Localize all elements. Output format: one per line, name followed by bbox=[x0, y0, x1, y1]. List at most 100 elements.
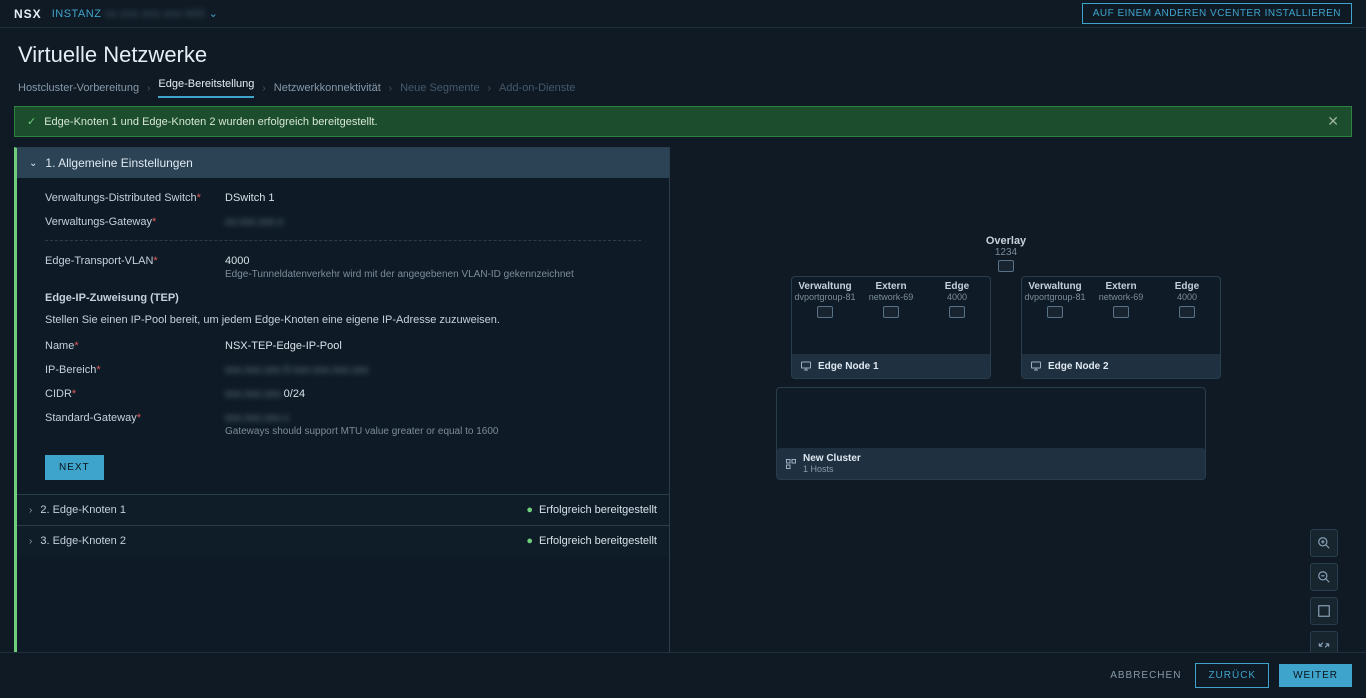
node-name: Edge Node 2 bbox=[1048, 361, 1109, 372]
topbar: NSX INSTANZ xx.xxx.xxx.xxx:443 ⌄ AUF EIN… bbox=[0, 0, 1366, 28]
success-dot-icon: ● bbox=[526, 504, 533, 516]
node-icon bbox=[1030, 360, 1042, 372]
chevron-right-icon: › bbox=[29, 536, 32, 547]
back-button[interactable]: ZURÜCK bbox=[1195, 663, 1269, 688]
chevron-right-icon: › bbox=[29, 505, 32, 516]
mgmt-gateway-value: xx.xxx.xxx.x bbox=[225, 216, 641, 228]
overlay-id: 1234 bbox=[776, 247, 1236, 258]
accordion-header-edge1[interactable]: › 2. Edge-Knoten 1 ●Erfolgreich bereitge… bbox=[17, 494, 669, 525]
cluster-hosts: 1 Hosts bbox=[803, 464, 861, 474]
settings-panel: ⌄ 1. Allgemeine Einstellungen Verwaltung… bbox=[14, 147, 670, 689]
chevron-right-icon: › bbox=[488, 83, 491, 94]
vds-label: Verwaltungs-Distributed Switch* bbox=[45, 192, 225, 204]
edge-node-1-box: Verwaltungdvportgroup-81 Externnetwork-6… bbox=[791, 276, 991, 379]
port-icon bbox=[949, 306, 965, 318]
nsx-logo: NSX bbox=[14, 7, 42, 21]
chevron-right-icon: › bbox=[147, 83, 150, 94]
page-title: Virtuelle Netzwerke bbox=[0, 28, 1366, 78]
col-sub: dvportgroup-81 bbox=[792, 292, 858, 302]
chevron-right-icon: › bbox=[389, 83, 392, 94]
topology-panel: Overlay 1234 Verwaltungdvportgroup-81 Ex… bbox=[688, 147, 1352, 689]
breadcrumb: Hostcluster-Vorbereitung › Edge-Bereitst… bbox=[0, 78, 1366, 106]
chevron-down-icon: ⌄ bbox=[29, 158, 37, 169]
status-badge: ●Erfolgreich bereitgestellt bbox=[526, 535, 657, 547]
col-sub: 4000 bbox=[1154, 292, 1220, 302]
breadcrumb-step-segments: Neue Segmente bbox=[400, 82, 480, 94]
vlan-value: 4000 Edge-Tunneldatenverkehr wird mit de… bbox=[225, 255, 641, 280]
col-label: Verwaltung bbox=[792, 281, 858, 292]
accordion-title: 2. Edge-Knoten 1 bbox=[40, 504, 126, 516]
vlan-label: Edge-Transport-VLAN* bbox=[45, 255, 225, 267]
edge-node-2-footer: Edge Node 2 bbox=[1022, 354, 1220, 378]
overlay-label: Overlay bbox=[776, 235, 1236, 247]
close-icon[interactable]: ✕ bbox=[1327, 113, 1339, 130]
instance-label: INSTANZ bbox=[52, 8, 102, 20]
col-label: Extern bbox=[1088, 281, 1154, 292]
ip-range-value: xxx.xxx.xxx.5-xxx.xxx.xxx.xxx bbox=[225, 364, 641, 376]
chevron-right-icon: › bbox=[262, 83, 265, 94]
success-dot-icon: ● bbox=[526, 535, 533, 547]
col-label: Verwaltung bbox=[1022, 281, 1088, 292]
accordion-title: 3. Edge-Knoten 2 bbox=[40, 535, 126, 547]
status-badge: ●Erfolgreich bereitgestellt bbox=[526, 504, 657, 516]
check-circle-icon: ✓ bbox=[27, 115, 36, 128]
port-icon bbox=[1179, 306, 1195, 318]
cidr-label: CIDR* bbox=[45, 388, 225, 400]
accordion-header-edge2[interactable]: › 3. Edge-Knoten 2 ●Erfolgreich bereitge… bbox=[17, 525, 669, 556]
col-label: Extern bbox=[858, 281, 924, 292]
tep-section-title: Edge-IP-Zuweisung (TEP) bbox=[45, 292, 641, 304]
chevron-down-icon: ⌄ bbox=[209, 8, 219, 20]
success-alert: ✓ Edge-Knoten 1 und Edge-Knoten 2 wurden… bbox=[14, 106, 1352, 137]
instance-ip: xx.xxx.xxx.xxx:443 bbox=[105, 8, 205, 20]
vlan-hint: Edge-Tunneldatenverkehr wird mit der ang… bbox=[225, 269, 641, 280]
cancel-button[interactable]: ABBRECHEN bbox=[1106, 664, 1185, 687]
cluster-icon bbox=[785, 458, 797, 470]
breadcrumb-step-addon: Add-on-Dienste bbox=[499, 82, 575, 94]
mgmt-gateway-label: Verwaltungs-Gateway* bbox=[45, 216, 225, 228]
edge-node-2-box: Verwaltungdvportgroup-81 Externnetwork-6… bbox=[1021, 276, 1221, 379]
zoom-out-button[interactable] bbox=[1310, 563, 1338, 591]
port-icon bbox=[998, 260, 1014, 272]
port-icon bbox=[817, 306, 833, 318]
std-gateway-hint: Gateways should support MTU value greate… bbox=[225, 426, 641, 437]
col-sub: 4000 bbox=[924, 292, 990, 302]
port-icon bbox=[1113, 306, 1129, 318]
topology-diagram: Overlay 1234 Verwaltungdvportgroup-81 Ex… bbox=[776, 235, 1236, 480]
std-gateway-label: Standard-Gateway* bbox=[45, 412, 225, 424]
cidr-value: xxx.xxx.xxx.0/24 bbox=[225, 388, 641, 400]
pool-name-label: Name* bbox=[45, 340, 225, 352]
col-sub: network-69 bbox=[858, 292, 924, 302]
instance-indicator[interactable]: INSTANZ xx.xxx.xxx.xxx:443 ⌄ bbox=[52, 7, 219, 20]
node-name: Edge Node 1 bbox=[818, 361, 879, 372]
cluster-name: New Cluster bbox=[803, 453, 861, 464]
accordion-body-general: Verwaltungs-Distributed Switch* DSwitch … bbox=[17, 178, 669, 494]
accordion-header-general[interactable]: ⌄ 1. Allgemeine Einstellungen bbox=[17, 148, 669, 178]
breadcrumb-step-hostcluster[interactable]: Hostcluster-Vorbereitung bbox=[18, 82, 139, 94]
port-icon bbox=[1047, 306, 1063, 318]
col-sub: network-69 bbox=[1088, 292, 1154, 302]
ip-range-label: IP-Bereich* bbox=[45, 364, 225, 376]
col-label: Edge bbox=[1154, 281, 1220, 292]
continue-button[interactable]: WEITER bbox=[1279, 664, 1352, 687]
zoom-in-button[interactable] bbox=[1310, 529, 1338, 557]
install-other-vcenter-button[interactable]: AUF EINEM ANDEREN VCENTER INSTALLIEREN bbox=[1082, 3, 1352, 24]
cluster-box: New Cluster 1 Hosts bbox=[776, 387, 1206, 480]
edge-node-1-footer: Edge Node 1 bbox=[792, 354, 990, 378]
breadcrumb-step-network[interactable]: Netzwerkkonnektivität bbox=[274, 82, 381, 94]
cluster-footer: New Cluster 1 Hosts bbox=[777, 448, 1205, 479]
accordion-title: 1. Allgemeine Einstellungen bbox=[45, 156, 192, 170]
tep-section-desc: Stellen Sie einen IP-Pool bereit, um jed… bbox=[45, 314, 641, 326]
col-label: Edge bbox=[924, 281, 990, 292]
footer-bar: ABBRECHEN ZURÜCK WEITER bbox=[0, 652, 1366, 698]
col-sub: dvportgroup-81 bbox=[1022, 292, 1088, 302]
vds-value: DSwitch 1 bbox=[225, 192, 641, 204]
port-icon bbox=[883, 306, 899, 318]
fit-screen-button[interactable] bbox=[1310, 597, 1338, 625]
alert-text: Edge-Knoten 1 und Edge-Knoten 2 wurden e… bbox=[44, 116, 377, 128]
next-button[interactable]: NEXT bbox=[45, 455, 104, 480]
breadcrumb-step-edge[interactable]: Edge-Bereitstellung bbox=[158, 78, 254, 98]
divider bbox=[45, 240, 641, 241]
node-icon bbox=[800, 360, 812, 372]
pool-name-value: NSX-TEP-Edge-IP-Pool bbox=[225, 340, 641, 352]
std-gateway-value: xxx.xxx.xxx.x Gateways should support MT… bbox=[225, 412, 641, 437]
